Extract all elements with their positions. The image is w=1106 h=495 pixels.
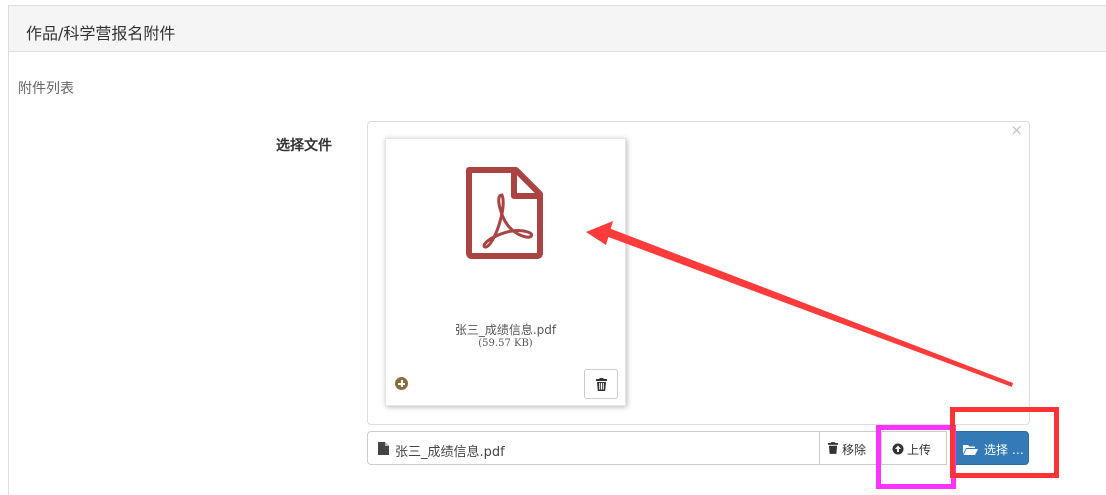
delete-thumbnail-button[interactable] [584, 369, 618, 399]
trash-icon [596, 378, 607, 391]
file-preview-area: × 张三_成绩信息.pdf (59.57 KB) [367, 121, 1030, 425]
folder-open-icon [963, 445, 978, 455]
file-caption-text: 张三_成绩信息.pdf [395, 445, 505, 460]
trash-icon [828, 442, 838, 454]
attachment-list-label: 附件列表 [18, 81, 74, 97]
upload-circle-icon [892, 443, 904, 455]
plus-circle-icon[interactable] [395, 377, 408, 390]
panel-heading: 作品/科学营报名附件 [9, 6, 1106, 52]
thumbnail-file-name: 张三_成绩信息.pdf [454, 323, 557, 337]
file-pdf-icon [466, 167, 543, 259]
thumbnail-file-size: (59.57 KB) [478, 338, 533, 349]
file-thumbnail: 张三_成绩信息.pdf (59.57 KB) [385, 138, 626, 406]
close-icon[interactable]: × [1010, 123, 1023, 138]
browse-button-label: 选择 … [984, 443, 1024, 457]
choose-file-label: 选择文件 [276, 138, 332, 154]
browse-button[interactable]: 选择 … [953, 431, 1029, 465]
panel-title: 作品/科学营报名附件 [26, 24, 176, 43]
remove-button[interactable]: 移除 [819, 431, 882, 465]
file-caption-field[interactable]: 张三_成绩信息.pdf [367, 431, 820, 465]
file-icon [378, 442, 389, 455]
remove-button-label: 移除 [842, 443, 867, 457]
upload-button-label: 上传 [907, 443, 932, 457]
upload-button[interactable]: 上传 [881, 431, 947, 465]
